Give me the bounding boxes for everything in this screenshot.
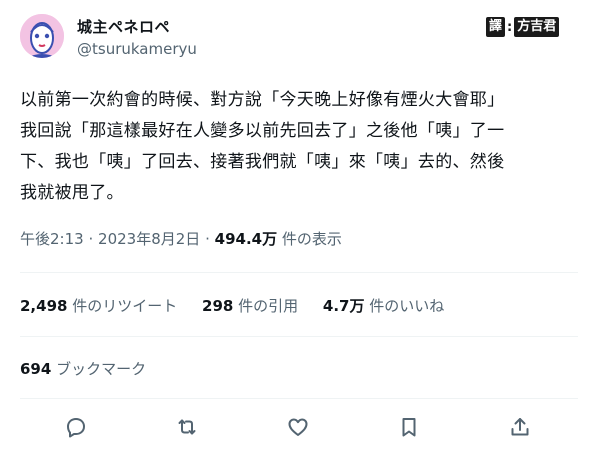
- divider: [20, 272, 578, 273]
- display-name[interactable]: 城主ペネロペ: [77, 16, 170, 37]
- meta-separator: ·: [205, 230, 210, 248]
- watermark-label-a: 譯: [486, 17, 506, 37]
- like-button[interactable]: [286, 415, 312, 441]
- reply-button[interactable]: [64, 415, 90, 441]
- action-bar: [20, 413, 578, 443]
- meta-separator: ·: [88, 230, 94, 248]
- view-count: 494.4万: [214, 230, 278, 248]
- tweet-line: 我就被甩了。: [20, 183, 124, 203]
- reply-icon: [67, 418, 85, 438]
- watermark-separator: :: [507, 19, 513, 35]
- user-handle[interactable]: @tsurukameryu: [77, 40, 197, 58]
- retweets-stat[interactable]: 2,498 件のリツイート: [20, 297, 177, 315]
- avatar[interactable]: [20, 14, 64, 58]
- engagement-stats: 2,498 件のリツイート 298 件の引用 4.7万 件のいいね: [20, 295, 464, 316]
- quote-label: 件の引用: [238, 297, 299, 315]
- share-icon: [511, 418, 529, 436]
- tweet-line: 我回說「那這樣最好在人變多以前先回去了」之後他「咦」了一: [20, 121, 505, 141]
- retweet-label: 件のリツイート: [72, 297, 178, 315]
- tweet-time[interactable]: 午後2:13: [20, 230, 84, 248]
- like-count: 4.7万: [322, 297, 365, 315]
- avatar-illustration: [20, 14, 64, 58]
- retweet-button[interactable]: [175, 415, 201, 441]
- divider: [20, 336, 578, 337]
- tweet-line: 下、我也「咦」了回去、接著我們就「咦」來「咦」去的、然後: [20, 152, 505, 172]
- bookmark-label: ブックマーク: [56, 360, 147, 378]
- tweet-line: 以前第一次約會的時候、對方說「今天晚上好像有煙火大會耶」: [20, 90, 505, 110]
- bookmark-icon: [402, 418, 416, 437]
- share-button[interactable]: [508, 415, 534, 441]
- bookmarks-stat[interactable]: 694 ブックマーク: [20, 358, 146, 379]
- tweet-text: 以前第一次約會的時候、對方說「今天晚上好像有煙火大會耶」 我回說「那這樣最好在人…: [20, 85, 582, 209]
- bookmark-button[interactable]: [397, 415, 423, 441]
- retweet-icon: [178, 419, 196, 435]
- like-icon: [288, 418, 308, 436]
- watermark-label-b: 方吉君: [514, 17, 560, 37]
- like-label: 件のいいね: [369, 297, 445, 315]
- retweet-count: 2,498: [20, 297, 68, 315]
- bookmark-count: 694: [20, 360, 52, 378]
- divider: [20, 398, 578, 399]
- likes-stat[interactable]: 4.7万 件のいいね: [323, 297, 444, 315]
- tweet-date[interactable]: 2023年8月2日: [98, 230, 200, 248]
- quote-count: 298: [202, 297, 234, 315]
- translator-watermark: 譯 : 方吉君: [486, 16, 560, 38]
- tweet-meta: 午後2:13 · 2023年8月2日 · 494.4万 件の表示: [20, 228, 342, 249]
- quotes-stat[interactable]: 298 件の引用: [202, 297, 298, 315]
- view-count-label: 件の表示: [281, 230, 342, 248]
